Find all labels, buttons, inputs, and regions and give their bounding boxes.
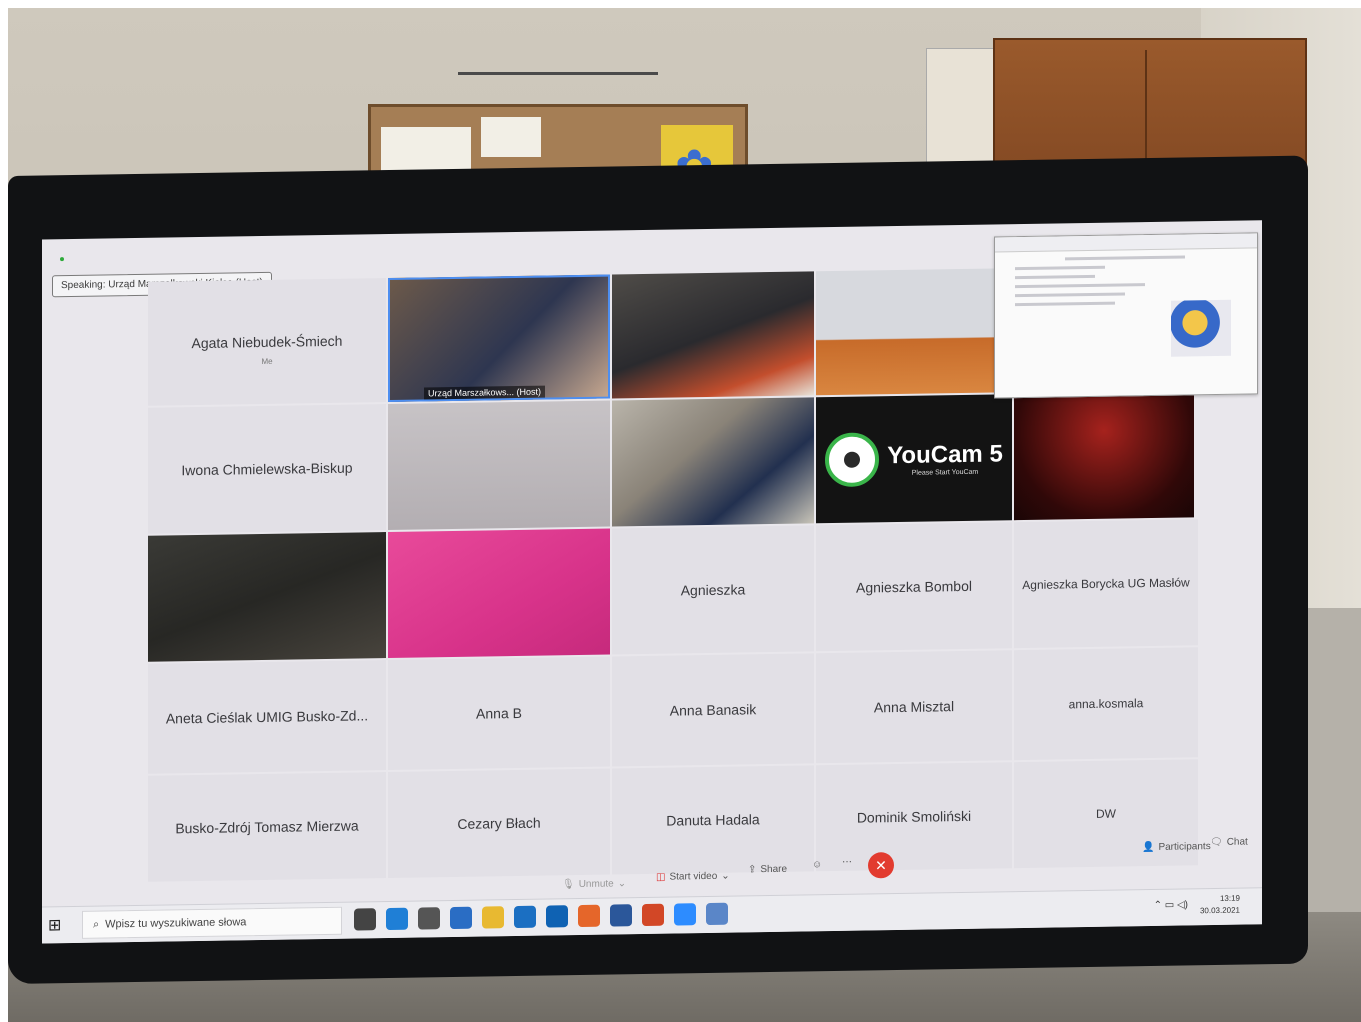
word-icon[interactable] (610, 904, 632, 927)
youcam-title: YouCam 5 (887, 439, 1003, 469)
clock-date: 30.03.2021 (1199, 905, 1240, 916)
participants-button[interactable]: 👤 Participants (1142, 841, 1211, 853)
powerpoint-icon[interactable] (642, 903, 664, 927)
video-off-icon: ◫ (656, 871, 666, 883)
share-label: Share (760, 863, 788, 876)
start-video-label: Start video (669, 870, 718, 883)
taskbar-search[interactable]: ⌕ Wpisz tu wyszukiwane słowa (82, 906, 342, 939)
folder-icon[interactable] (482, 906, 504, 929)
participants-label: Participants (1158, 841, 1211, 853)
smiley-icon: ☺ (812, 859, 823, 871)
participant-name: Agnieszka Borycka UG Masłów (1022, 575, 1190, 593)
task-view-icon[interactable] (354, 908, 376, 931)
more-options-button[interactable]: ⋯ (842, 857, 852, 868)
participant-video-youcam[interactable]: YouCam 5 Please Start YouCam (816, 394, 1012, 524)
outlook-icon[interactable] (546, 905, 568, 928)
monitor-screen: Speaking: Urząd Marszałkowski Kielce (Ho… (42, 220, 1262, 944)
store-icon[interactable] (418, 907, 440, 930)
chat-bubble-icon: 🗨 (1210, 836, 1223, 849)
participant-tile[interactable]: anna.kosmala (1014, 647, 1198, 761)
monitor: Speaking: Urząd Marszałkowski Kielce (Ho… (8, 155, 1308, 984)
participant-name: Agnieszka (680, 581, 746, 599)
participant-tile[interactable]: Agata Niebudek-Śmiech Me (148, 278, 386, 406)
participant-video[interactable] (1014, 391, 1194, 521)
participant-tile[interactable]: Anna Banasik (612, 653, 814, 767)
participant-video[interactable] (816, 268, 994, 396)
status-dot (60, 257, 64, 262)
participant-tile[interactable]: Anna B (388, 656, 610, 771)
shelf (1301, 608, 1361, 928)
search-placeholder: Wpisz tu wyszukiwane słowa (105, 916, 247, 931)
participant-name: DW (1096, 806, 1116, 821)
start-video-button[interactable]: ◫ Start video ⌄ (656, 871, 730, 883)
participant-name: Aneta Cieślak UMIG Busko-Zd... (165, 707, 369, 727)
participant-name: Anna B (476, 704, 522, 722)
microphone-icon: 🎙 (562, 879, 575, 891)
participant-tile[interactable]: Agnieszka (612, 525, 814, 655)
participant-name: Agnieszka Bombol (856, 577, 972, 596)
participant-name: Iwona Chmielewska-Biskup (181, 459, 353, 479)
participant-name: anna.kosmala (1068, 696, 1144, 712)
firefox-icon[interactable] (578, 904, 600, 928)
participant-video[interactable] (612, 397, 814, 527)
participant-name: Agata Niebudek-Śmiech (191, 332, 343, 352)
chat-button[interactable]: 🗨 Chat (1210, 837, 1248, 849)
participant-sub: Me (261, 356, 273, 366)
participant-name: Anna Misztal (873, 698, 955, 716)
host-label: Urząd Marszałkows... (Host) (424, 385, 546, 400)
participant-tile[interactable]: Anna Misztal (816, 650, 1012, 764)
participant-name: Danuta Hadala (666, 811, 760, 829)
share-button[interactable]: ⇪ Share (748, 864, 787, 876)
participant-name: Busko-Zdrój Tomasz Mierzwa (175, 817, 359, 837)
windows-start-icon[interactable]: ⊞ (48, 915, 68, 935)
participant-video[interactable] (388, 400, 610, 531)
clock-time: 13:19 (1219, 893, 1240, 903)
zoom-icon[interactable] (674, 903, 696, 926)
chevron-down-icon: ⌄ (617, 878, 627, 890)
chevron-down-icon: ⌄ (721, 870, 730, 882)
internet-explorer-icon[interactable] (514, 905, 536, 929)
search-icon: ⌕ (93, 918, 100, 931)
participant-video[interactable] (148, 532, 386, 662)
document-illustration (1171, 299, 1231, 357)
webcam-icon (825, 432, 880, 488)
participant-name: Anna Banasik (669, 701, 757, 719)
participant-tile[interactable]: Iwona Chmielewska-Biskup (148, 404, 386, 534)
document-toolbar (995, 233, 1257, 253)
ellipsis-icon: ⋯ (842, 856, 852, 868)
participant-tile[interactable]: Agnieszka Bombol (816, 522, 1012, 652)
photos-icon[interactable] (706, 902, 728, 926)
end-call-button[interactable]: ✕ (868, 852, 894, 879)
unmute-label: Unmute (578, 878, 614, 891)
youcam-placeholder: YouCam 5 Please Start YouCam (825, 430, 1003, 488)
system-tray[interactable]: ⌃ ▭ ◁) (1154, 899, 1188, 911)
edge-icon[interactable] (386, 907, 408, 931)
taskbar-clock[interactable]: 13:19 30.03.2021 (1200, 893, 1240, 918)
participant-tile[interactable]: Aneta Cieślak UMIG Busko-Zd... (148, 660, 386, 774)
unmute-button[interactable]: 🎙 Unmute ⌄ (562, 878, 626, 890)
participant-tile[interactable]: Agnieszka Borycka UG Masłów (1014, 519, 1198, 649)
mail-icon[interactable] (450, 906, 472, 930)
share-icon: ⇪ (748, 864, 757, 876)
participant-video[interactable] (612, 271, 814, 399)
participant-video[interactable] (388, 528, 610, 659)
taskbar-apps (354, 902, 728, 931)
chat-label: Chat (1226, 836, 1248, 848)
participant-name: Cezary Błach (457, 814, 541, 832)
participant-video-host[interactable]: Urząd Marszałkows... (Host) (388, 274, 610, 403)
reactions-button[interactable]: ☺ (812, 859, 822, 870)
person-icon: 👤 (1142, 841, 1155, 854)
shared-document-preview[interactable] (994, 232, 1258, 399)
participant-name: Dominik Smoliński (856, 807, 972, 826)
close-icon: ✕ (875, 856, 887, 873)
